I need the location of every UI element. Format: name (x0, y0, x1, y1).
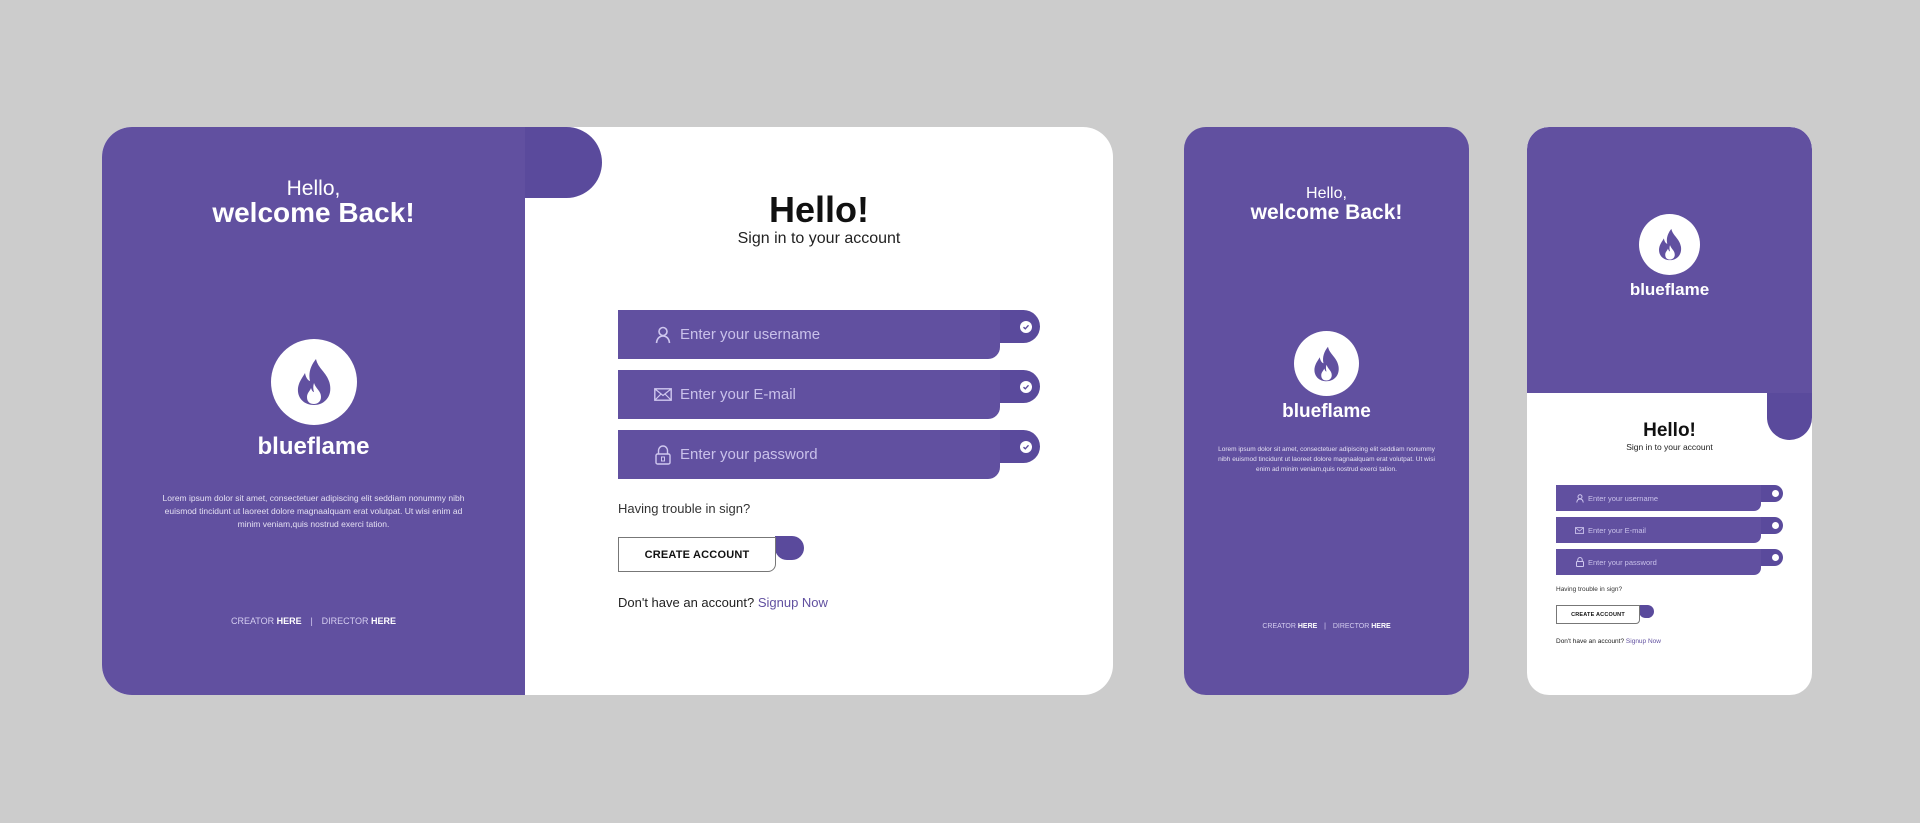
welcome-headline: welcome Back! (212, 197, 415, 228)
brand-logo (271, 339, 357, 425)
signup-prompt: Don't have an account? Signup Now (618, 595, 828, 610)
trouble-signin-link[interactable]: Having trouble in sign? (618, 501, 750, 516)
username-input[interactable]: Enter your username (1556, 485, 1761, 511)
no-account-text: Don't have an account? (618, 595, 755, 610)
check-circle-icon (1771, 490, 1779, 497)
creator-label: CREATOR (1262, 623, 1296, 630)
envelope-icon (654, 388, 672, 401)
email-input[interactable]: Enter your E-mail (1556, 517, 1761, 543)
creator-label: CREATOR (230, 616, 275, 626)
check-circle-icon (1020, 320, 1032, 333)
username-field[interactable]: Enter your username (618, 310, 1040, 359)
brand-name: blueflame (257, 433, 370, 460)
flame-icon (297, 359, 331, 405)
flame-icon (1314, 346, 1339, 381)
username-field[interactable]: Enter your username (1556, 485, 1783, 511)
tablet-welcome-card: Hello, welcome Back! blueflame Lorem ips… (1184, 127, 1469, 695)
user-icon (654, 326, 672, 344)
check-circle-icon (1020, 380, 1032, 393)
password-field[interactable]: Enter your password (618, 430, 1040, 479)
username-input[interactable]: Enter your username (618, 310, 1000, 359)
brand-name: blueflame (1282, 401, 1371, 422)
no-account-text: Don't have an account? (1556, 638, 1625, 645)
brand-logo (1294, 331, 1359, 396)
creator-link[interactable]: HERE (1298, 623, 1317, 630)
credits-separator: | (310, 616, 313, 626)
signin-subtitle: Sign in to your account (1626, 442, 1713, 452)
signup-now-link[interactable]: Signup Now (758, 595, 828, 610)
signin-title: Hello! (1643, 420, 1696, 441)
password-placeholder: Enter your password (1588, 557, 1657, 567)
director-label: DIRECTOR (1332, 623, 1370, 630)
lock-icon (1575, 557, 1584, 567)
brand-logo (1639, 214, 1700, 275)
signup-now-link[interactable]: Signup Now (1626, 638, 1661, 645)
check-circle-icon (1020, 440, 1032, 453)
email-placeholder: Enter your E-mail (1588, 525, 1646, 535)
lock-icon (654, 444, 672, 465)
envelope-icon (1575, 526, 1584, 534)
create-button-decoration (1639, 605, 1654, 618)
password-field[interactable]: Enter your password (1556, 549, 1783, 575)
check-circle-icon (1771, 554, 1779, 561)
director-label: DIRECTOR (321, 616, 369, 626)
credits-separator: | (1324, 623, 1326, 630)
signin-subtitle: Sign in to your account (737, 230, 901, 247)
credits-line: CREATOR HERE | DIRECTOR HERE (1184, 623, 1469, 630)
director-link[interactable]: HERE (371, 616, 396, 626)
brand-description: Lorem ipsum dolor sit amet, consectetuer… (162, 493, 465, 529)
welcome-headline: welcome Back! (1250, 201, 1403, 224)
creator-link[interactable]: HERE (277, 616, 302, 626)
trouble-signin-link[interactable]: Having trouble in sign? (1556, 586, 1622, 593)
mobile-brand-header: blueflame (1527, 127, 1812, 393)
email-input[interactable]: Enter your E-mail (618, 370, 1000, 419)
brand-description: Lorem ipsum dolor sit amet, consectetuer… (1218, 446, 1435, 473)
check-circle-icon (1771, 522, 1779, 529)
panel-tab-decoration (525, 127, 602, 198)
username-placeholder: Enter your username (680, 326, 821, 343)
password-input[interactable]: Enter your password (618, 430, 1000, 479)
desktop-login-card: Hello, welcome Back! blueflame Lorem ips… (102, 127, 1113, 695)
email-field[interactable]: Enter your E-mail (1556, 517, 1783, 543)
create-button-decoration (775, 536, 804, 560)
user-icon (1575, 493, 1584, 503)
director-link[interactable]: HERE (1371, 623, 1390, 630)
signup-prompt: Don't have an account? Signup Now (1556, 638, 1661, 645)
password-input[interactable]: Enter your password (1556, 549, 1761, 575)
desktop-welcome-panel: Hello, welcome Back! blueflame Lorem ips… (102, 127, 525, 695)
email-placeholder: Enter your E-mail (680, 386, 796, 403)
create-account-button[interactable]: CREATE ACCOUNT (618, 537, 776, 572)
create-account-button[interactable]: CREATE ACCOUNT (1556, 605, 1640, 624)
flame-icon (1658, 228, 1681, 261)
username-placeholder: Enter your username (1588, 493, 1659, 503)
signin-title: Hello! (768, 189, 869, 230)
mobile-login-card: blueflame Hello! Sign in to your account… (1527, 127, 1812, 695)
password-placeholder: Enter your password (680, 446, 818, 463)
brand-name: blueflame (1629, 280, 1710, 299)
email-field[interactable]: Enter your E-mail (618, 370, 1040, 419)
credits-line: CREATOR HERE | DIRECTOR HERE (102, 616, 525, 626)
